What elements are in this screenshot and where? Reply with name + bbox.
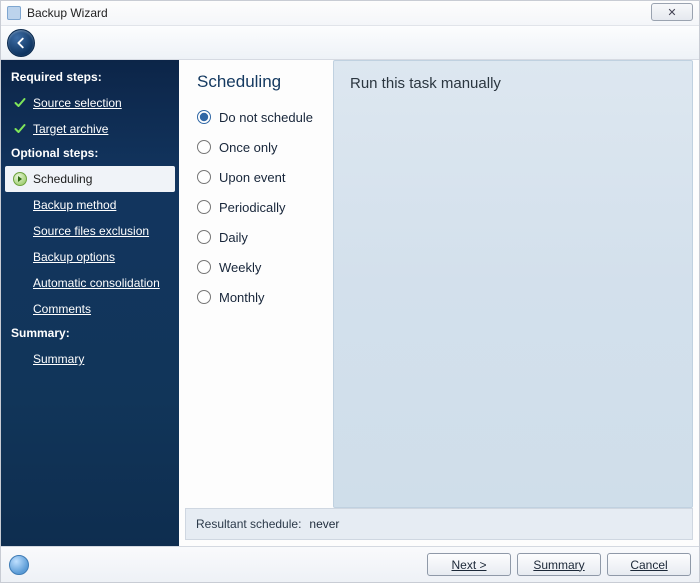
- sidebar: Required steps: Source selection Target …: [1, 60, 179, 546]
- close-icon: ✕: [667, 6, 676, 19]
- sidebar-item-backup-method[interactable]: Backup method: [1, 192, 179, 218]
- sidebar-item-label: Backup options: [33, 248, 115, 266]
- resultant-value: never: [309, 517, 339, 531]
- radio-input[interactable]: [197, 110, 211, 124]
- app-icon: [7, 6, 21, 20]
- radio-input[interactable]: [197, 230, 211, 244]
- option-label: Once only: [219, 140, 278, 155]
- resultant-schedule: Resultant schedule: never: [185, 508, 693, 540]
- content-pane: Run this task manually Scheduling Do not…: [179, 60, 699, 546]
- option-label: Periodically: [219, 200, 285, 215]
- sidebar-item-comments[interactable]: Comments: [1, 296, 179, 322]
- sidebar-item-label: Backup method: [33, 196, 116, 214]
- sidebar-heading-required: Required steps:: [1, 66, 179, 90]
- sidebar-heading-summary: Summary:: [1, 322, 179, 346]
- radio-input[interactable]: [197, 290, 211, 304]
- sidebar-item-label: Source files exclusion: [33, 222, 149, 240]
- arrow-left-icon: [14, 36, 28, 50]
- current-step-icon: [13, 172, 27, 186]
- main-area: Required steps: Source selection Target …: [1, 60, 699, 546]
- sidebar-item-label: Automatic consolidation: [33, 274, 160, 292]
- sidebar-item-label: Summary: [33, 350, 84, 368]
- sidebar-item-source-selection[interactable]: Source selection: [1, 90, 179, 116]
- radio-input[interactable]: [197, 140, 211, 154]
- option-upon-event[interactable]: Upon event: [197, 162, 329, 192]
- wizard-footer: Next > Summary Cancel: [1, 546, 699, 582]
- option-weekly[interactable]: Weekly: [197, 252, 329, 282]
- cancel-button[interactable]: Cancel: [607, 553, 691, 576]
- option-do-not-schedule[interactable]: Do not schedule: [197, 102, 329, 132]
- option-periodically[interactable]: Periodically: [197, 192, 329, 222]
- resultant-label: Resultant schedule:: [196, 517, 301, 531]
- option-label: Upon event: [219, 170, 286, 185]
- back-button[interactable]: [7, 29, 35, 57]
- check-icon: [13, 122, 27, 136]
- option-label: Do not schedule: [219, 110, 313, 125]
- sidebar-item-label: Source selection: [33, 94, 122, 112]
- option-once-only[interactable]: Once only: [197, 132, 329, 162]
- radio-input[interactable]: [197, 170, 211, 184]
- window-title: Backup Wizard: [27, 6, 108, 20]
- sidebar-item-summary[interactable]: Summary: [1, 346, 179, 372]
- radio-input[interactable]: [197, 200, 211, 214]
- option-label: Weekly: [219, 260, 261, 275]
- next-button[interactable]: Next >: [427, 553, 511, 576]
- sidebar-item-target-archive[interactable]: Target archive: [1, 116, 179, 142]
- sidebar-item-label: Target archive: [33, 120, 108, 138]
- sidebar-item-scheduling[interactable]: Scheduling: [5, 166, 175, 192]
- option-label: Monthly: [219, 290, 265, 305]
- option-daily[interactable]: Daily: [197, 222, 329, 252]
- description-text: Run this task manually: [334, 61, 692, 106]
- summary-button[interactable]: Summary: [517, 553, 601, 576]
- sidebar-item-source-files-exclusion[interactable]: Source files exclusion: [1, 218, 179, 244]
- sidebar-item-automatic-consolidation[interactable]: Automatic consolidation: [1, 270, 179, 296]
- option-label: Daily: [219, 230, 248, 245]
- help-button[interactable]: [9, 555, 29, 575]
- schedule-options: Do not schedule Once only Upon event Per…: [179, 100, 329, 312]
- close-button[interactable]: ✕: [651, 3, 693, 21]
- option-monthly[interactable]: Monthly: [197, 282, 329, 312]
- titlebar: Backup Wizard ✕: [1, 1, 699, 26]
- description-panel: Run this task manually: [333, 60, 693, 508]
- section-title: Scheduling: [179, 60, 329, 100]
- sidebar-item-backup-options[interactable]: Backup options: [1, 244, 179, 270]
- sidebar-heading-optional: Optional steps:: [1, 142, 179, 166]
- sidebar-item-label: Scheduling: [33, 170, 92, 188]
- check-icon: [13, 96, 27, 110]
- sidebar-item-label: Comments: [33, 300, 91, 318]
- wizard-header: [1, 26, 699, 60]
- radio-input[interactable]: [197, 260, 211, 274]
